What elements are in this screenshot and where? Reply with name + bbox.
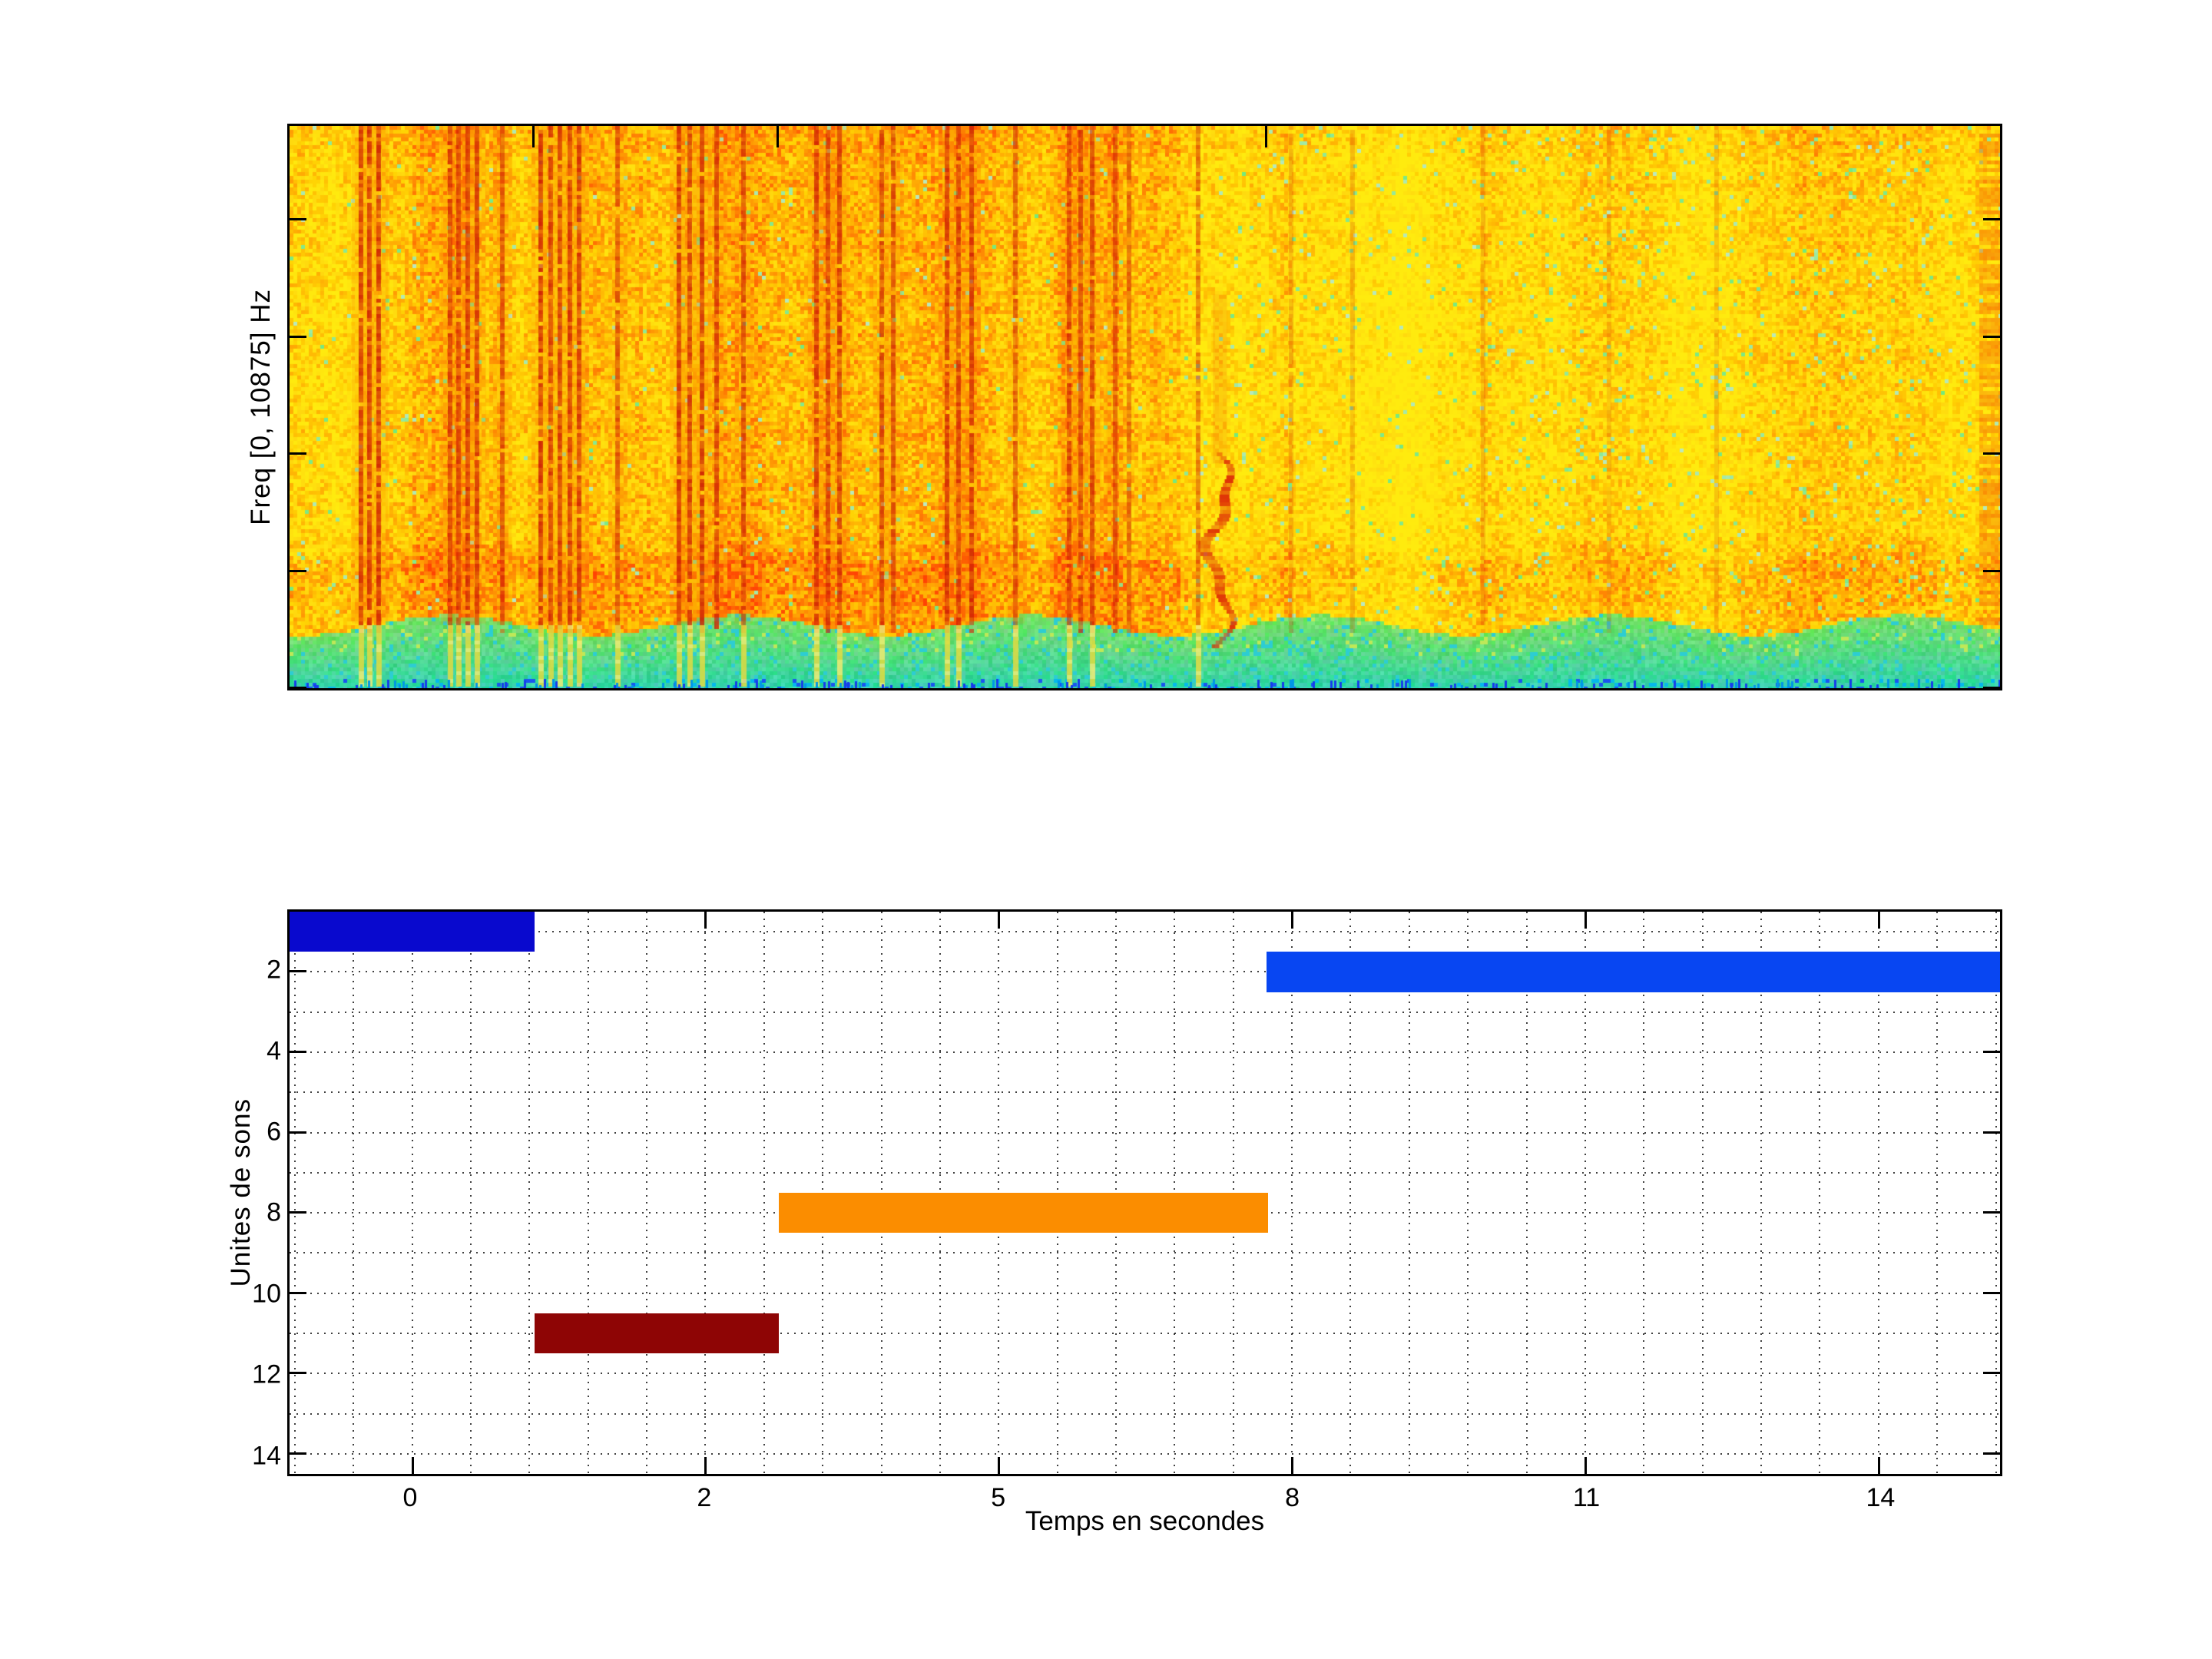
spec-y-tick-mirror <box>1983 570 2000 572</box>
gantt-y-tick <box>290 970 306 972</box>
gantt-y-tick <box>290 1372 306 1374</box>
horizontal-gridline <box>290 1172 2000 1174</box>
horizontal-gridline <box>290 1091 2000 1093</box>
gantt-y-tick <box>290 1452 306 1455</box>
vertical-gridline <box>1291 912 1293 1474</box>
gantt-x-tick <box>1584 1457 1587 1474</box>
spec-y-tick-mirror <box>1983 687 2000 689</box>
horizontal-gridline <box>290 1373 2000 1374</box>
vertical-gridline <box>763 912 765 1474</box>
vertical-gridline <box>1643 912 1644 1474</box>
vertical-gridline <box>470 912 472 1474</box>
gantt-x-tick <box>1878 1457 1880 1474</box>
spec-y-tick <box>290 336 306 338</box>
vertical-gridline <box>704 912 706 1474</box>
gantt-y-tick-mirror <box>1983 1372 2000 1374</box>
spec-y-tick <box>290 218 306 220</box>
x-tick-label: 11 <box>1573 1483 1600 1513</box>
horizontal-gridline <box>290 1293 2000 1294</box>
gantt-bar <box>1267 952 2000 992</box>
horizontal-gridline <box>290 1453 2000 1455</box>
vertical-gridline <box>1878 912 1879 1474</box>
gantt-x-tick <box>998 1457 1000 1474</box>
horizontal-gridline <box>290 931 2000 932</box>
gantt-y-tick-mirror <box>1983 1452 2000 1455</box>
spec-y-tick <box>290 452 306 455</box>
vertical-gridline <box>353 912 354 1474</box>
gantt-plot <box>287 909 2002 1476</box>
vertical-gridline <box>1349 912 1351 1474</box>
y-tick-label: 6 <box>267 1117 281 1147</box>
gantt-x-tick-mirror <box>1291 912 1293 929</box>
gantt-bar <box>535 1313 779 1353</box>
gantt-bar <box>290 912 535 952</box>
spectrogram-y-axis-label-text: Freq [0, 10875] Hz <box>246 289 276 525</box>
horizontal-gridline <box>290 1252 2000 1253</box>
gantt-y-tick <box>290 1051 306 1053</box>
vertical-gridline <box>1819 912 1820 1474</box>
vertical-gridline <box>1584 912 1586 1474</box>
gantt-x-tick <box>704 1457 707 1474</box>
vertical-gridline <box>588 912 589 1474</box>
y-tick-label: 8 <box>267 1198 281 1228</box>
gantt-x-tick-mirror <box>998 912 1000 929</box>
y-tick-label: 4 <box>267 1036 281 1066</box>
horizontal-gridline <box>290 1413 2000 1415</box>
y-tick-label: 12 <box>252 1360 281 1390</box>
vertical-gridline <box>1995 912 1997 1474</box>
gantt-bar <box>779 1193 1268 1233</box>
spectrogram-y-axis-label: Freq [0, 10875] Hz <box>244 124 278 690</box>
vertical-gridline <box>412 912 413 1474</box>
horizontal-gridline <box>290 1132 2000 1134</box>
segment-boundary-tick <box>777 126 779 147</box>
vertical-gridline <box>646 912 647 1474</box>
figure-canvas: Freq [0, 10875] Hz Unites de sons Temps … <box>0 0 2212 1659</box>
segment-boundary-tick <box>1265 126 1267 147</box>
x-tick-label: 14 <box>1866 1483 1895 1513</box>
gantt-x-tick <box>412 1457 414 1474</box>
x-tick-label: 2 <box>697 1483 711 1513</box>
vertical-gridline <box>1936 912 1938 1474</box>
spec-y-tick-mirror <box>1983 336 2000 338</box>
gantt-x-tick <box>1291 1457 1293 1474</box>
vertical-gridline <box>1467 912 1469 1474</box>
gantt-x-tick-mirror <box>1584 912 1587 929</box>
gantt-y-tick-mirror <box>1983 1051 2000 1053</box>
spectrogram-image <box>290 126 2000 688</box>
gantt-x-tick-labels: 0 2 5 8 11 14 <box>287 1483 2002 1517</box>
spec-y-tick <box>290 570 306 572</box>
spec-y-tick-mirror <box>1983 218 2000 220</box>
spec-y-tick-mirror <box>1983 452 2000 455</box>
vertical-gridline <box>528 912 530 1474</box>
vertical-gridline <box>1760 912 1762 1474</box>
gantt-y-tick-mirror <box>1983 1292 2000 1294</box>
horizontal-gridline <box>290 1012 2000 1013</box>
y-tick-label: 14 <box>252 1441 281 1471</box>
x-tick-label: 8 <box>1285 1483 1300 1513</box>
gantt-y-tick-mirror <box>1983 1131 2000 1134</box>
vertical-gridline <box>1526 912 1528 1474</box>
gantt-y-tick <box>290 1292 306 1294</box>
vertical-gridline <box>294 912 296 1474</box>
x-tick-label: 0 <box>403 1483 418 1513</box>
gantt-y-tick <box>290 1131 306 1134</box>
vertical-gridline <box>1702 912 1704 1474</box>
gantt-x-tick-mirror <box>1878 912 1880 929</box>
gantt-x-tick-mirror <box>704 912 707 929</box>
segment-boundary-tick <box>532 126 535 147</box>
vertical-gridline <box>1409 912 1410 1474</box>
gantt-y-tick <box>290 1211 306 1214</box>
gantt-y-tick-mirror <box>1983 1211 2000 1214</box>
spec-y-tick <box>290 687 306 689</box>
y-tick-label: 2 <box>267 955 281 985</box>
y-tick-label: 10 <box>252 1279 281 1309</box>
gantt-y-tick-labels: 2 4 6 8 10 12 14 <box>0 909 281 1476</box>
x-tick-label: 5 <box>991 1483 1005 1513</box>
horizontal-gridline <box>290 1051 2000 1053</box>
spectrogram-plot <box>287 124 2002 690</box>
